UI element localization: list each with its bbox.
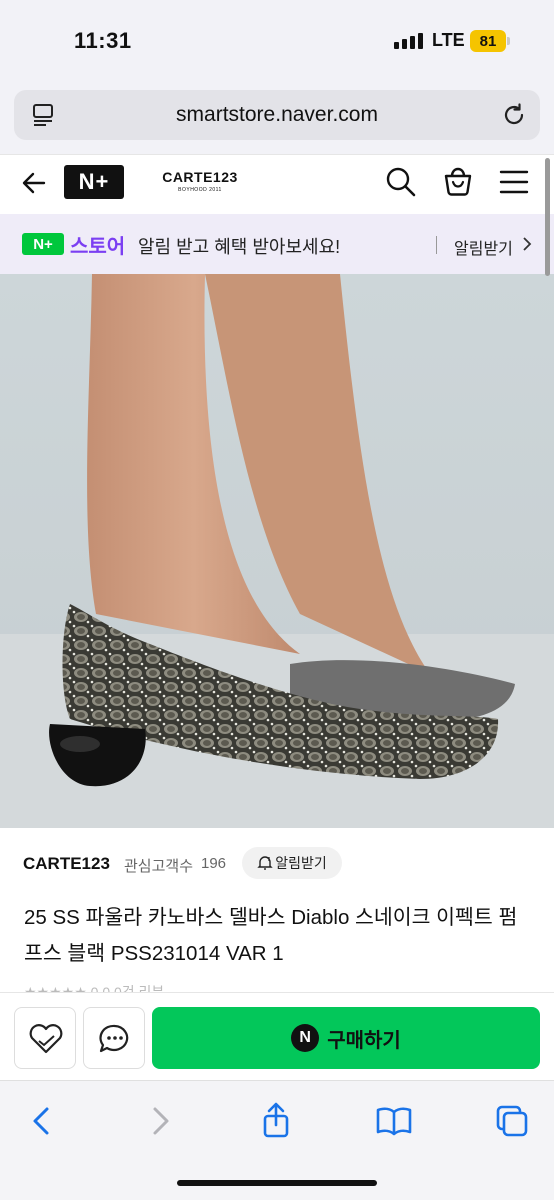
share-icon[interactable]	[256, 1101, 296, 1141]
reader-icon[interactable]	[30, 102, 56, 128]
brand-logo[interactable]: CARTE123 BOYHOOD 2011	[160, 169, 240, 193]
nplus-logo[interactable]: N+	[64, 165, 124, 199]
seller-name[interactable]: CARTE123	[23, 854, 110, 874]
follow-alert-button[interactable]: 알림받기	[242, 847, 342, 879]
tabs-icon[interactable]	[492, 1101, 532, 1141]
buy-button[interactable]: N 구매하기	[152, 1007, 540, 1069]
product-info: CARTE123 관심고객수 196 알림받기 25 SS 파울라 카노바스 델…	[0, 828, 554, 994]
store-word: 스토어	[70, 236, 126, 258]
product-photo-illustration	[0, 274, 554, 828]
bell-plus-icon	[257, 856, 273, 870]
store-header: N+ CARTE123 BOYHOOD 2011	[0, 154, 554, 214]
heart-icon	[29, 1024, 63, 1054]
product-title: 25 SS 파울라 카노바스 델바스 Diablo 스네이크 이펙트 펌프스 블…	[24, 906, 518, 965]
followers-label: 관심고객수	[124, 858, 194, 875]
home-indicator[interactable]	[177, 1180, 377, 1186]
nplus-badge: N+	[22, 233, 64, 255]
shopping-bag-icon[interactable]	[440, 163, 476, 199]
followers-count: 196	[201, 855, 227, 872]
brand-sub: BOYHOOD 2011	[178, 187, 222, 193]
battery-icon: 81	[470, 30, 510, 52]
status-bar: 11:31 LTE 81	[0, 0, 554, 84]
buy-label: 구매하기	[327, 1029, 401, 1052]
search-icon[interactable]	[384, 165, 418, 199]
wishlist-button[interactable]	[14, 1007, 76, 1069]
battery-level: 81	[470, 30, 506, 52]
talk-button[interactable]	[83, 1007, 145, 1069]
signal-icon	[394, 33, 423, 49]
promo-cta[interactable]: 알림받기	[454, 235, 513, 259]
brand-name: CARTE123	[162, 169, 238, 185]
chevron-right-icon	[523, 237, 532, 251]
naver-pay-icon: N	[291, 1024, 320, 1052]
nplus-badge-text: N+	[33, 235, 53, 253]
promo-divider	[436, 236, 437, 254]
chevron-left-icon[interactable]	[22, 1101, 62, 1141]
hamburger-menu-icon[interactable]	[498, 167, 530, 197]
promo-banner[interactable]: N+ 스토어 알림 받고 혜택 받아보세요! 알림받기	[0, 214, 554, 274]
promo-message: 알림 받고 혜택 받아보세요!	[138, 237, 341, 257]
address-bar[interactable]: smartstore.naver.com	[14, 90, 540, 140]
purchase-bar: N 구매하기	[0, 992, 554, 1080]
status-time: 11:31	[74, 28, 132, 53]
chevron-right-icon[interactable]	[140, 1101, 180, 1141]
book-icon[interactable]	[374, 1101, 414, 1141]
reload-icon[interactable]	[500, 101, 528, 129]
url-text[interactable]: smartstore.naver.com	[14, 90, 540, 140]
follow-alert-label: 알림받기	[275, 855, 327, 871]
page-scrollbar[interactable]	[545, 158, 550, 276]
back-arrow-icon[interactable]	[18, 167, 50, 199]
product-photo[interactable]	[0, 274, 554, 828]
network-type: LTE	[432, 30, 465, 50]
nplus-logo-text: N+	[78, 169, 110, 194]
chat-bubble-icon	[99, 1024, 129, 1053]
